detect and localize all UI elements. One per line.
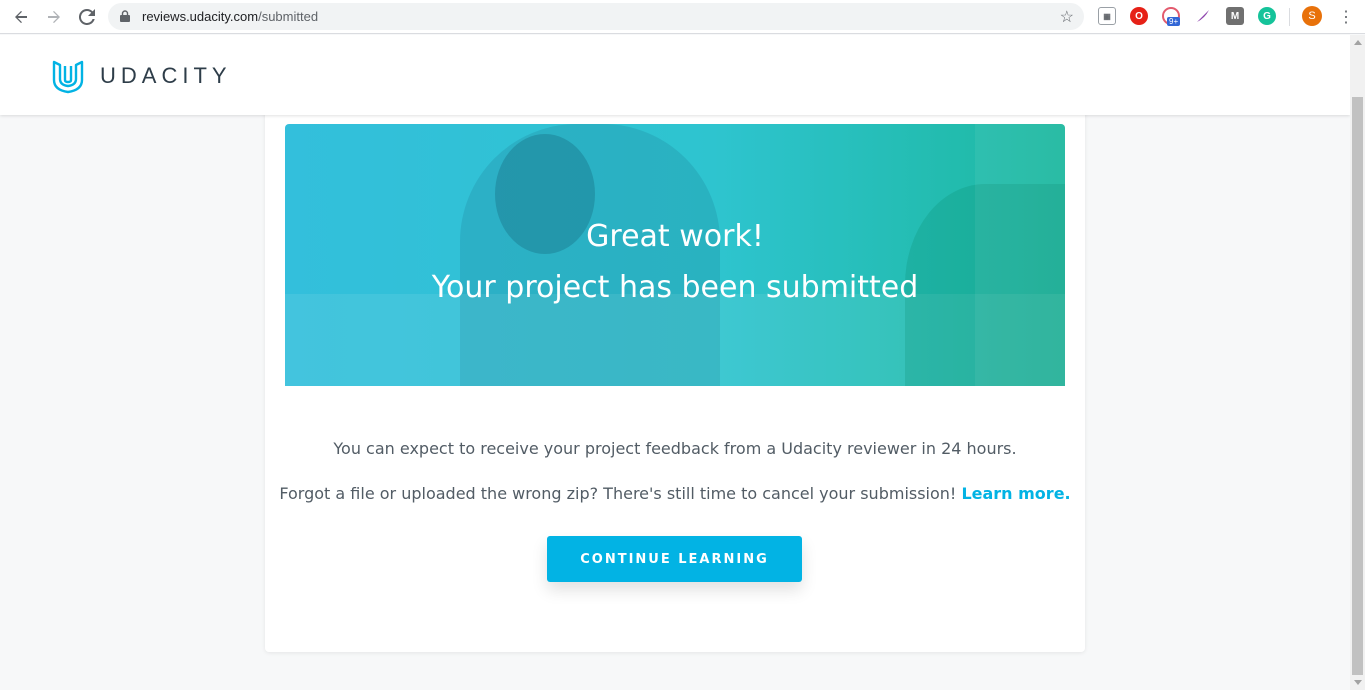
site-header: UDACITY (0, 35, 1350, 115)
cancel-message-text: Forgot a file or uploaded the wrong zip?… (279, 484, 957, 503)
reload-icon[interactable] (75, 5, 99, 29)
back-icon[interactable] (9, 5, 33, 29)
toolbar-divider (1289, 8, 1290, 26)
url-host: reviews.udacity.com (142, 9, 259, 24)
url-path: /submitted (258, 9, 319, 24)
logo-text: UDACITY (100, 63, 232, 88)
kebab-menu-icon[interactable]: ⋮ (1338, 7, 1354, 27)
hero-subtitle: Your project has been submitted (431, 270, 919, 305)
star-icon[interactable]: ☆ (1060, 7, 1074, 27)
extension-opera-icon[interactable]: O (1130, 7, 1148, 25)
udacity-logo[interactable]: UDACITY (50, 58, 232, 94)
lock-icon (120, 10, 130, 22)
hero-window-shape (975, 124, 1065, 386)
url-text: reviews.udacity.com/submitted (142, 9, 318, 24)
extension-feather-icon[interactable] (1194, 7, 1212, 25)
learn-more-link[interactable]: Learn more. (961, 484, 1070, 503)
address-bar[interactable]: reviews.udacity.com/submitted ☆ (108, 3, 1084, 30)
vertical-scrollbar[interactable] (1350, 35, 1365, 690)
scroll-up-icon[interactable] (1354, 40, 1362, 45)
extension-jetbrains-icon[interactable]: ▦ (1098, 7, 1116, 25)
forward-icon[interactable] (42, 5, 66, 29)
profile-avatar[interactable]: S (1302, 6, 1322, 26)
page: UDACITY Great work! Your project has bee… (0, 35, 1350, 690)
hero-title: Great work! (586, 219, 764, 254)
extension-grammarly-icon[interactable]: G (1258, 7, 1276, 25)
hero-banner: Great work! Your project has been submit… (285, 124, 1065, 386)
continue-learning-button[interactable]: CONTINUE LEARNING (547, 536, 802, 582)
scroll-down-icon[interactable] (1354, 680, 1362, 685)
scroll-thumb[interactable] (1352, 97, 1363, 675)
cancel-message: Forgot a file or uploaded the wrong zip?… (265, 484, 1085, 503)
extension-m-icon[interactable]: M (1226, 7, 1244, 25)
submission-card: Great work! Your project has been submit… (265, 95, 1085, 652)
browser-toolbar: reviews.udacity.com/submitted ☆ ▦ O 9+ M… (0, 0, 1365, 34)
extension-badge: 9+ (1167, 17, 1181, 26)
udacity-logo-icon (52, 60, 84, 94)
feedback-message: You can expect to receive your project f… (333, 439, 1017, 458)
